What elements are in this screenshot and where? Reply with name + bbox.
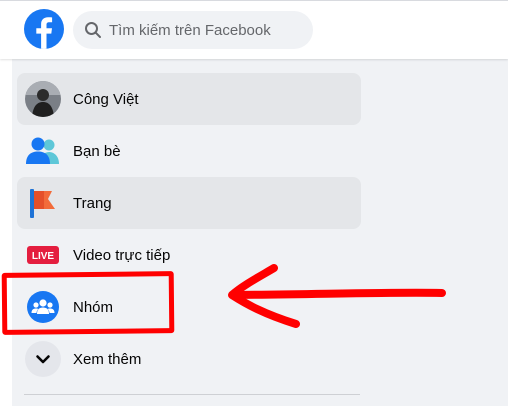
pages-flag-icon (25, 185, 61, 221)
sidebar-item-label: Trang (73, 194, 112, 212)
sidebar-item-see-more[interactable]: Xem thêm (17, 333, 361, 385)
sidebar-item-label: Công Việt (73, 90, 139, 108)
sidebar-item-label: Video trực tiếp (73, 246, 171, 264)
chevron-down-icon (25, 341, 61, 377)
search-bar[interactable] (73, 11, 313, 49)
sidebar-item-friends[interactable]: Bạn bè (17, 125, 361, 177)
friends-icon (25, 133, 61, 169)
annotation-arrow-icon (228, 264, 446, 328)
annotation-highlight-box (1, 271, 175, 335)
sidebar-item-label: Bạn bè (73, 142, 121, 160)
sidebar-item-profile[interactable]: Công Việt (17, 73, 361, 125)
facebook-logo-icon[interactable] (24, 9, 64, 49)
search-icon (84, 21, 102, 39)
sidebar-item-label: Xem thêm (73, 350, 142, 368)
avatar (25, 81, 61, 117)
live-video-icon: LIVE (25, 237, 61, 273)
search-input[interactable] (109, 21, 299, 39)
live-badge-text: LIVE (32, 251, 55, 262)
sidebar-item-pages[interactable]: Trang (17, 177, 361, 229)
top-navbar (0, 0, 508, 59)
sidebar-divider (24, 394, 360, 395)
